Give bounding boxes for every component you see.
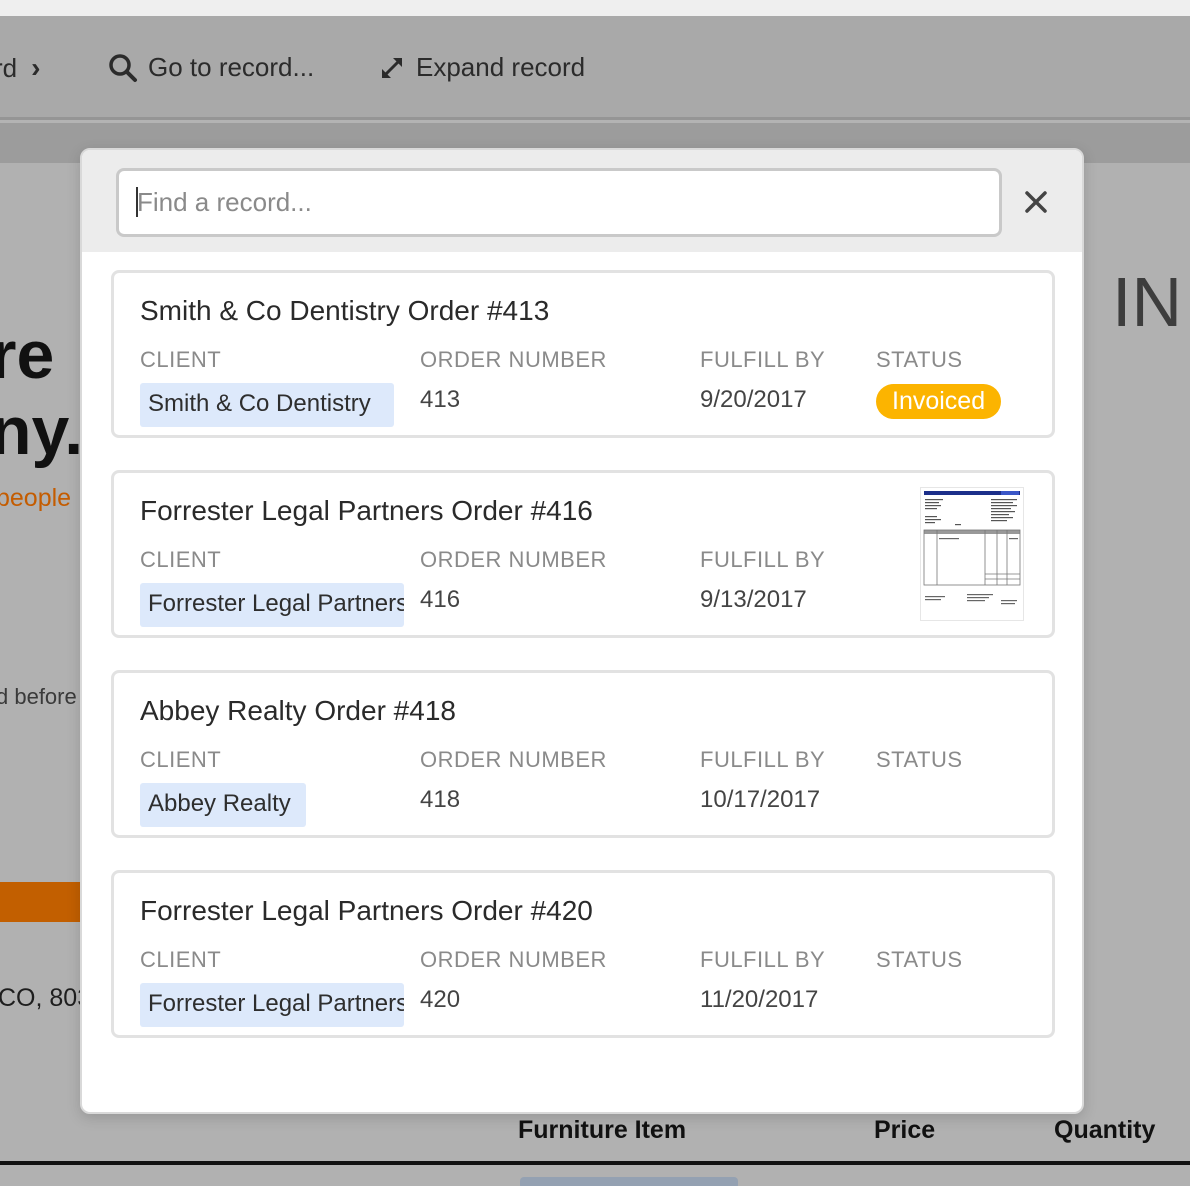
background-heading-line-2: ny. [0,393,84,469]
record-card[interactable]: Forrester Legal Partners Order #416 CLIE… [111,470,1055,638]
search-icon [109,53,137,82]
previous-record-button[interactable]: rd › [0,52,40,84]
order-number-value: 413 [420,386,461,413]
top-strip [0,0,1190,16]
close-button[interactable] [1018,184,1054,220]
background-column-price: Price [874,1116,936,1144]
close-icon [1025,191,1047,213]
search-box[interactable] [116,168,1002,237]
record-title: Smith & Co Dentistry Order #413 [140,295,550,326]
record-title: Abbey Realty Order #418 [140,695,456,726]
fulfill-by-value: 11/20/2017 [700,986,819,1013]
client-label: CLIENT [140,947,222,972]
client-chip: Abbey Realty [140,783,306,827]
background-heading-right: IN [1112,263,1182,341]
fulfill-by-label: FULFILL BY [700,747,826,772]
background-heading-line-1: re [0,317,55,393]
record-title: Forrester Legal Partners Order #420 [140,895,593,926]
background-chip [520,1177,738,1186]
go-to-record-button[interactable]: Go to record... [108,52,314,83]
record-card[interactable]: Forrester Legal Partners Order #420 CLIE… [111,870,1055,1038]
find-record-input[interactable] [119,171,999,234]
expand-record-label: Expand record [416,52,586,82]
order-number-value: 416 [420,586,461,613]
client-chip: Forrester Legal Partners [140,983,404,1027]
go-to-record-label: Go to record... [148,52,315,82]
background-column-quantity: Quantity [1054,1116,1156,1144]
background-table-rule [0,1161,1190,1165]
find-record-modal: Smith & Co Dentistry Order #413 CLIENT O… [80,148,1084,1114]
client-label: CLIENT [140,347,222,372]
modal-header [82,150,1082,252]
fulfill-by-value: 9/13/2017 [700,586,807,613]
background-orange-bar [0,882,82,922]
order-number-label: ORDER NUMBER [420,947,607,972]
status-label: STATUS [876,347,963,372]
status-badge: Invoiced [876,384,1002,419]
record-card[interactable]: Abbey Realty Order #418 CLIENT ORDER NUM… [111,670,1055,838]
fulfill-by-label: FULFILL BY [700,947,826,972]
chevron-right-icon: › [31,52,41,83]
expand-icon [381,57,403,78]
background-body-text: d before [0,684,77,709]
client-chip: Smith & Co Dentistry [140,383,394,427]
client-label: CLIENT [140,747,222,772]
status-label: STATUS [876,947,963,972]
order-number-value: 420 [420,986,461,1013]
status-label: STATUS [876,747,963,772]
client-chip: Forrester Legal Partners [140,583,404,627]
record-title: Forrester Legal Partners Order #416 [140,495,593,526]
previous-record-label: rd [0,52,18,83]
order-number-label: ORDER NUMBER [420,547,607,572]
record-card[interactable]: Smith & Co Dentistry Order #413 CLIENT O… [111,270,1055,438]
background-column-furniture: Furniture Item [518,1116,687,1144]
order-number-value: 418 [420,786,461,813]
fulfill-by-label: FULFILL BY [700,347,826,372]
fulfill-by-label: FULFILL BY [700,547,826,572]
client-label: CLIENT [140,547,222,572]
order-number-label: ORDER NUMBER [420,747,607,772]
invoice-attachment-icon [921,488,1023,620]
background-orange-text: people [0,484,72,512]
expand-record-button[interactable]: Expand record [378,52,585,83]
fulfill-by-value: 9/20/2017 [700,386,807,413]
background-address-text: CO, 803 [0,984,92,1012]
record-toolbar: rd › Go to record... Expand record [0,16,1190,120]
invoice-thumbnail[interactable] [920,487,1024,621]
order-number-label: ORDER NUMBER [420,347,607,372]
fulfill-by-value: 10/17/2017 [700,786,821,813]
text-cursor [136,187,138,217]
